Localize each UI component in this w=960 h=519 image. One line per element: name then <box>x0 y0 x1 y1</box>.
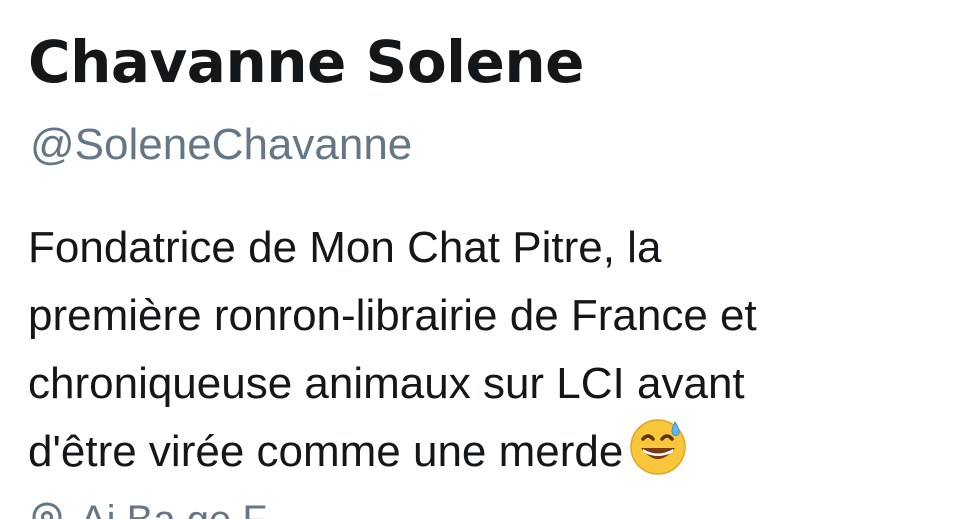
grinning-face-with-sweat-emoji <box>629 418 687 476</box>
bio-line: d'être virée comme une merde <box>28 427 624 476</box>
profile-bio: Fondatrice de Mon Chat Pitre, la premièr… <box>28 214 948 486</box>
bio-line: chroniqueuse animaux sur LCI avant <box>28 359 745 408</box>
profile-display-name: Chavanne Solene <box>28 28 585 96</box>
profile-location-text: Ai Ba ge F <box>80 498 267 519</box>
profile-meta-row: Ai Ba ge F <box>28 498 267 519</box>
bio-line: Fondatrice de Mon Chat Pitre, la <box>28 223 662 272</box>
bio-line-with-emoji: d'être virée comme une merde <box>28 418 948 486</box>
bio-line: première ronron-librairie de France et <box>28 291 757 340</box>
location-pin-icon <box>28 501 66 519</box>
profile-card: Chavanne Solene @SoleneChavanne Fondatri… <box>0 0 960 519</box>
profile-handle[interactable]: @SoleneChavanne <box>30 118 412 172</box>
